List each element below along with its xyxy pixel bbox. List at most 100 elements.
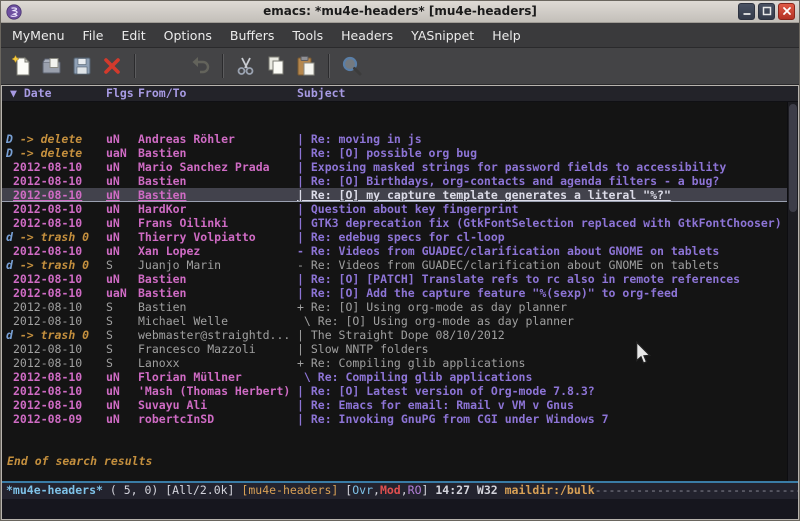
message-date-cell: 2012-08-10 <box>6 398 106 412</box>
menu-item-file[interactable]: File <box>74 25 113 46</box>
toolbar-close-button[interactable] <box>97 51 127 81</box>
message-row[interactable]: 2012-08-10uNBastien| Re: [O] Birthdays, … <box>2 174 787 188</box>
message-row[interactable]: 2012-08-10uNMario Sanchez Prada| Exposin… <box>2 160 787 174</box>
modeline-segment-mod: Mod <box>380 483 401 497</box>
mark-action: -> delete <box>13 132 82 146</box>
message-date: 2012-08-10 <box>6 384 82 398</box>
message-date: 2012-08-09 <box>6 412 82 426</box>
message-row[interactable]: 2012-08-10uN'Mash (Thomas Herbert)| Re: … <box>2 384 787 398</box>
toolbar-open-file-button[interactable] <box>37 51 67 81</box>
toolbar-cut-button[interactable] <box>231 51 261 81</box>
message-subject-cell: | Re: moving in js <box>297 132 787 146</box>
message-date-cell: 2012-08-10 <box>6 216 106 230</box>
menu-item-mymenu[interactable]: MyMenu <box>3 25 74 46</box>
message-flags-cell: S <box>106 314 138 328</box>
message-from: HardKor <box>138 202 186 216</box>
toolbar-save-button[interactable] <box>67 51 97 81</box>
message-flags: S <box>106 356 113 370</box>
message-flags-cell: uN <box>106 202 138 216</box>
message-flags: uN <box>106 188 120 201</box>
message-from: Andreas Röhler <box>138 132 235 146</box>
message-row[interactable]: D -> deleteuNAndreas Röhler| Re: moving … <box>2 132 787 146</box>
message-flags-cell: S <box>106 356 138 370</box>
toolbar-search-button[interactable] <box>337 51 367 81</box>
message-row[interactable]: 2012-08-09uNrobertcInSD| Re: Invoking Gn… <box>2 412 787 426</box>
mark-char: d <box>6 230 13 244</box>
scrollbar[interactable] <box>787 102 798 481</box>
message-subject: | Re: [O] my capture template generates … <box>297 188 671 201</box>
message-date-cell: 2012-08-10 <box>6 202 106 216</box>
menu-item-headers[interactable]: Headers <box>332 25 402 46</box>
window-maximize-button[interactable] <box>758 3 775 20</box>
toolbar-copy-button[interactable] <box>261 51 291 81</box>
column-header-flags[interactable]: Flgs <box>106 86 138 101</box>
message-row[interactable]: 2012-08-10uaNBastien| Re: [O] Add the ca… <box>2 286 787 300</box>
modeline-segment-ovr: Ovr <box>352 483 373 497</box>
headers-column-header: ▼ Date Flgs From/To Subject <box>2 86 798 102</box>
message-subject-cell: | Question about key fingerprint <box>297 202 787 216</box>
message-row[interactable]: 2012-08-10uNXan Lopez- Re: Videos from G… <box>2 244 787 258</box>
message-subject: | Slow NNTP folders <box>297 342 429 356</box>
message-row[interactable]: d -> trash 0Swebmaster@straightd...| The… <box>2 328 787 342</box>
copy-icon <box>264 54 288 78</box>
message-date: 2012-08-10 <box>6 398 82 412</box>
column-header-date[interactable]: ▼ Date <box>6 86 106 101</box>
message-row[interactable]: d -> trash 0uNThierry Volpiatto| Re: ede… <box>2 230 787 244</box>
menu-item-options[interactable]: Options <box>155 25 221 46</box>
message-date-cell: D -> delete <box>6 132 106 146</box>
message-flags-cell: uN <box>106 370 138 384</box>
open-file-icon <box>40 54 64 78</box>
message-flags: uN <box>106 202 120 216</box>
toolbar-separator <box>328 54 330 78</box>
window-minimize-button[interactable] <box>738 3 755 20</box>
message-flags: uN <box>106 216 120 230</box>
toolbar-paste-button[interactable] <box>291 51 321 81</box>
message-row[interactable]: 2012-08-10SLanoxx+ Re: Compiling glib ap… <box>2 356 787 370</box>
toolbar-undo-button[interactable] <box>185 51 215 81</box>
message-from-cell: Bastien <box>138 174 297 188</box>
message-flags: uN <box>106 398 120 412</box>
message-date-cell: 2012-08-09 <box>6 412 106 426</box>
message-subject-cell: | Re: [O] Add the capture feature "%(sex… <box>297 286 787 300</box>
new-file-icon <box>10 54 34 78</box>
modeline-segment-plain: , <box>373 483 380 497</box>
message-row[interactable]: 2012-08-10SMichael Welle \ Re: [O] Using… <box>2 314 787 328</box>
message-row[interactable]: 2012-08-10uNBastien| Re: [O] [PATCH] Tra… <box>2 272 787 286</box>
echo-area[interactable] <box>2 499 798 519</box>
message-row[interactable]: 2012-08-10uNBastien| Re: [O] my capture … <box>2 188 787 202</box>
message-flags: S <box>106 342 113 356</box>
message-row[interactable]: 2012-08-10uN HardKor | Question about key … <box>2 202 787 216</box>
message-from: Florian Müllner <box>138 370 242 384</box>
menu-item-yasnippet[interactable]: YASnippet <box>402 25 483 46</box>
message-flags-cell: S <box>106 328 138 342</box>
message-rows: D -> delete uN Andreas Röhler | Re: moving … <box>2 132 787 426</box>
message-row[interactable]: D -> deleteuaNBastien| Re: [O] possible … <box>2 146 787 160</box>
end-of-results: End of search results <box>2 454 787 468</box>
message-date: 2012-08-10 <box>6 174 82 188</box>
message-row[interactable]: 2012-08-10SFrancesco Mazzoli| Slow NNTP … <box>2 342 787 356</box>
menu-item-help[interactable]: Help <box>483 25 530 46</box>
message-subject-cell: | Re: [O] [PATCH] Translate refs to rc a… <box>297 272 787 286</box>
menu-item-buffers[interactable]: Buffers <box>221 25 283 46</box>
column-header-from[interactable]: From/To <box>138 86 297 101</box>
titlebar[interactable]: emacs: *mu4e-headers* [mu4e-headers] <box>1 1 799 23</box>
message-flags-cell: uaN <box>106 286 138 300</box>
emacs-frame: ▼ Date Flgs From/To Subject D -> deleteu… <box>1 85 799 520</box>
message-row[interactable]: 2012-08-10SBastien+ Re: [O] Using org-mo… <box>2 300 787 314</box>
message-row[interactable]: d -> trash 0SJuanjo Marin- Re: Videos fr… <box>2 258 787 272</box>
message-subject: | Re: [O] possible org bug <box>297 146 477 160</box>
menu-item-edit[interactable]: Edit <box>112 25 154 46</box>
message-date-cell: d -> trash 0 <box>6 230 106 244</box>
menu-item-tools[interactable]: Tools <box>283 25 332 46</box>
message-subject-cell: + Re: Compiling glib applications <box>297 356 787 370</box>
message-row[interactable]: 2012-08-10uNFrans Oilinki| GTK3 deprecat… <box>2 216 787 230</box>
message-row[interactable]: 2012-08-10uNFlorian Müllner \ Re: Compil… <box>2 370 787 384</box>
column-header-subject[interactable]: Subject <box>297 86 798 101</box>
message-subject: - Re: Videos from GUADEC/clarification a… <box>297 258 719 272</box>
toolbar-new-file-button[interactable] <box>7 51 37 81</box>
window-close-button[interactable] <box>778 3 795 20</box>
message-from-cell: Mario Sanchez Prada <box>138 160 297 174</box>
message-subject-cell: | GTK3 deprecation fix (GtkFontSelection… <box>297 216 787 230</box>
scrollbar-thumb[interactable] <box>789 104 797 212</box>
message-row[interactable]: 2012-08-10uNSuvayu Ali| Re: Emacs for em… <box>2 398 787 412</box>
